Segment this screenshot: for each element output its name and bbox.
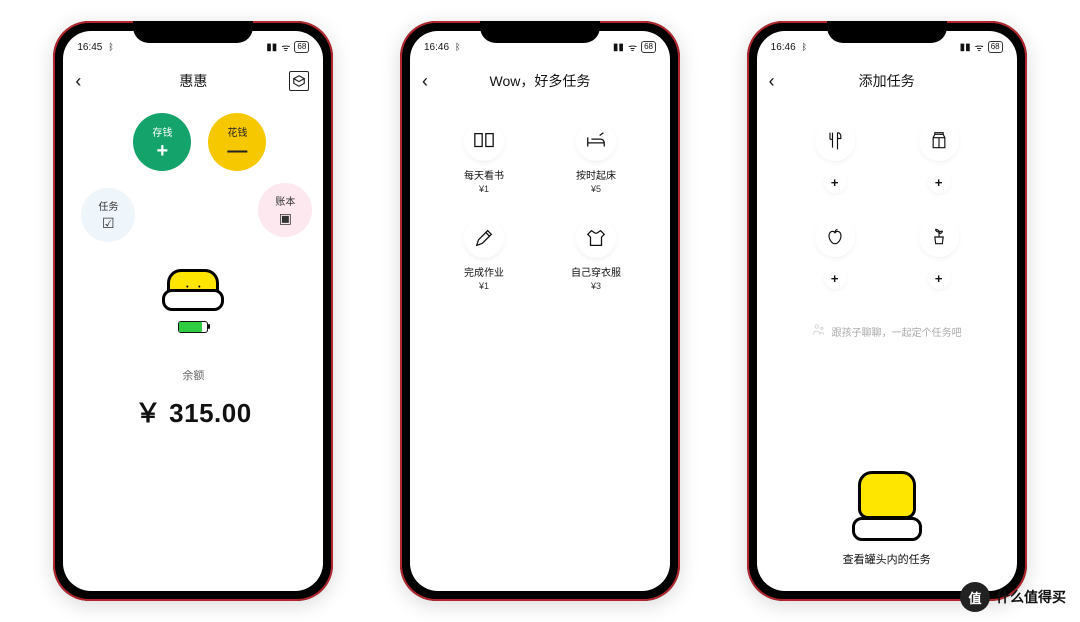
status-time: 16:45 bbox=[77, 42, 102, 53]
package-icon[interactable] bbox=[289, 71, 309, 91]
wifi-icon: ᯤ bbox=[628, 40, 637, 54]
phone-2: 16:46 ᛒ ▮▮ ᯤ 68 ‹ Wow，好多任务 每天看书 ¥1 按时起床 bbox=[400, 21, 680, 601]
status-time: 16:46 bbox=[771, 42, 796, 53]
notch bbox=[480, 21, 600, 43]
spend-label: 花钱 bbox=[227, 124, 247, 139]
add-plus-icon: + bbox=[928, 267, 950, 289]
watermark-text: 什么值得买 bbox=[996, 587, 1066, 607]
balance-label: 余额 bbox=[63, 367, 323, 383]
tasks-button[interactable]: 任务 ☑ bbox=[81, 188, 135, 242]
ledger-button[interactable]: 账本 ▣ bbox=[258, 183, 312, 237]
checklist-icon: ☑ bbox=[102, 215, 115, 232]
page-title: 惠惠 bbox=[179, 71, 207, 91]
page-title: 添加任务 bbox=[859, 71, 915, 91]
watermark: 值 什么值得买 bbox=[960, 582, 1066, 612]
add-task-apple[interactable]: + bbox=[791, 217, 879, 289]
signal-icon: ▮▮ bbox=[266, 42, 277, 53]
wifi-icon: ᯤ bbox=[975, 40, 984, 54]
view-jar-tasks[interactable]: 查看罐头内的任务 bbox=[757, 471, 1017, 567]
balance-amount: ￥ 315.00 bbox=[63, 393, 323, 430]
apple-icon bbox=[815, 217, 855, 257]
navbar: ‹ 添加任务 bbox=[757, 59, 1017, 103]
plus-icon: + bbox=[156, 141, 168, 161]
notch bbox=[827, 21, 947, 43]
task-price: ¥5 bbox=[591, 184, 601, 194]
phone-3: 16:46 ᛒ ▮▮ ᯤ 68 ‹ 添加任务 + + bbox=[747, 21, 1027, 601]
jar-device[interactable]: • ‿ • bbox=[63, 269, 323, 333]
shirt-icon bbox=[576, 218, 616, 258]
task-homework[interactable]: 完成作业 ¥1 bbox=[436, 218, 532, 291]
wifi-icon: ᯤ bbox=[281, 40, 290, 54]
add-plus-icon: + bbox=[824, 171, 846, 193]
watermark-badge: 值 bbox=[960, 582, 990, 612]
task-label: 自己穿衣服 bbox=[571, 264, 621, 279]
bluetooth-icon: ᛒ bbox=[455, 42, 460, 52]
hint-text: 跟孩子聊聊，一起定个任务吧 bbox=[757, 323, 1017, 340]
task-label: 每天看书 bbox=[464, 167, 504, 182]
task-dress[interactable]: 自己穿衣服 ¥3 bbox=[548, 218, 644, 291]
back-icon[interactable]: ‹ bbox=[75, 72, 81, 90]
task-price: ¥3 bbox=[591, 281, 601, 291]
task-price: ¥1 bbox=[479, 281, 489, 291]
signal-icon: ▮▮ bbox=[613, 42, 624, 53]
deposit-button[interactable]: 存钱 + bbox=[133, 113, 191, 171]
people-icon bbox=[812, 323, 826, 340]
status-time: 16:46 bbox=[424, 42, 449, 53]
ledger-label: 账本 bbox=[275, 193, 295, 208]
add-plus-icon: + bbox=[824, 267, 846, 289]
task-label: 按时起床 bbox=[576, 167, 616, 182]
bed-icon bbox=[576, 121, 616, 161]
bluetooth-icon: ᛒ bbox=[802, 42, 807, 52]
book-icon: ▣ bbox=[279, 210, 292, 227]
tasks-label: 任务 bbox=[98, 198, 118, 213]
plant-icon bbox=[919, 217, 959, 257]
minus-icon: — bbox=[227, 141, 247, 161]
notch bbox=[133, 21, 253, 43]
battery-icon: 68 bbox=[988, 41, 1003, 53]
add-task-milk[interactable]: + bbox=[895, 121, 983, 193]
add-task-eat[interactable]: + bbox=[791, 121, 879, 193]
book-open-icon bbox=[464, 121, 504, 161]
task-read[interactable]: 每天看书 ¥1 bbox=[436, 121, 532, 194]
pencil-icon bbox=[464, 218, 504, 258]
task-label: 完成作业 bbox=[464, 264, 504, 279]
back-icon[interactable]: ‹ bbox=[769, 72, 775, 90]
navbar: ‹ 惠惠 bbox=[63, 59, 323, 103]
bluetooth-icon: ᛒ bbox=[108, 42, 113, 52]
page-title: Wow，好多任务 bbox=[490, 71, 591, 91]
milk-icon bbox=[919, 121, 959, 161]
add-task-plant[interactable]: + bbox=[895, 217, 983, 289]
deposit-label: 存钱 bbox=[152, 124, 172, 139]
jar-caption: 查看罐头内的任务 bbox=[757, 551, 1017, 567]
phone-1: 16:45 ᛒ ▮▮ ᯤ 68 ‹ 惠惠 存钱 + 花钱 — bbox=[53, 21, 333, 601]
back-icon[interactable]: ‹ bbox=[422, 72, 428, 90]
task-price: ¥1 bbox=[479, 184, 489, 194]
task-wakeup[interactable]: 按时起床 ¥5 bbox=[548, 121, 644, 194]
signal-icon: ▮▮ bbox=[960, 42, 971, 53]
spend-button[interactable]: 花钱 — bbox=[208, 113, 266, 171]
navbar: ‹ Wow，好多任务 bbox=[410, 59, 670, 103]
battery-icon: 68 bbox=[641, 41, 656, 53]
device-battery-icon bbox=[178, 321, 208, 333]
utensils-icon bbox=[815, 121, 855, 161]
add-plus-icon: + bbox=[928, 171, 950, 193]
battery-icon: 68 bbox=[294, 41, 309, 53]
